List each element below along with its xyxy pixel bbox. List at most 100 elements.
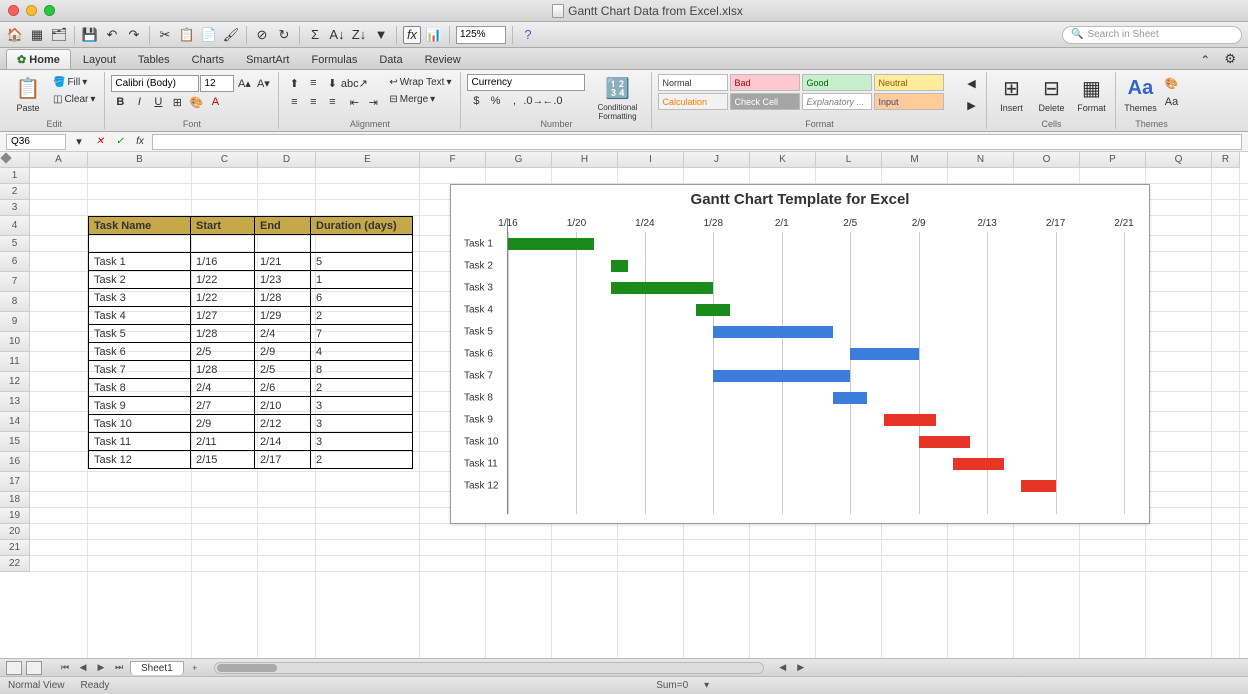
col-header-K[interactable]: K bbox=[750, 152, 816, 168]
theme-fonts-button[interactable]: Aa bbox=[1162, 93, 1180, 111]
table-cell[interactable]: 2/9 bbox=[255, 343, 311, 361]
col-header-D[interactable]: D bbox=[258, 152, 316, 168]
table-cell[interactable]: 3 bbox=[311, 415, 413, 433]
cells-area[interactable]: Task NameStartEndDuration (days) Task 11… bbox=[30, 168, 1248, 658]
table-cell[interactable]: 2/15 bbox=[191, 451, 255, 469]
italic-button[interactable]: I bbox=[130, 93, 148, 111]
table-cell[interactable]: 5 bbox=[311, 253, 413, 271]
underline-button[interactable]: U bbox=[149, 93, 167, 111]
table-cell[interactable]: 2/4 bbox=[191, 379, 255, 397]
table-cell[interactable] bbox=[255, 235, 311, 253]
tab-home[interactable]: ✿ Home bbox=[6, 49, 71, 69]
redo2-icon[interactable]: ↻ bbox=[275, 26, 293, 44]
conditional-formatting-button[interactable]: 🔢Conditional Formatting bbox=[589, 74, 645, 121]
sheet-tab-sheet1[interactable]: Sheet1 bbox=[130, 661, 184, 675]
col-header-I[interactable]: I bbox=[618, 152, 684, 168]
table-cell[interactable]: Task 9 bbox=[89, 397, 191, 415]
table-cell[interactable]: 2/14 bbox=[255, 433, 311, 451]
gantt-chart[interactable]: Gantt Chart Template for Excel1/161/201/… bbox=[450, 184, 1150, 524]
row-header-21[interactable]: 21 bbox=[0, 540, 30, 556]
increase-decimal-button[interactable]: .0→ bbox=[524, 92, 542, 110]
style-normal[interactable]: Normal bbox=[658, 74, 728, 91]
table-cell[interactable]: 4 bbox=[311, 343, 413, 361]
table-cell[interactable]: 1/22 bbox=[191, 289, 255, 307]
table-cell[interactable]: Task 10 bbox=[89, 415, 191, 433]
row-header-9[interactable]: 9 bbox=[0, 312, 30, 332]
next-sheet-button[interactable]: ▶ bbox=[94, 661, 108, 675]
table-cell[interactable]: 8 bbox=[311, 361, 413, 379]
table-cell[interactable]: 2 bbox=[311, 307, 413, 325]
name-dropdown-button[interactable]: ▾ bbox=[70, 133, 88, 151]
show-formulas-icon[interactable]: 📊 bbox=[425, 26, 443, 44]
view-layout-button[interactable] bbox=[26, 661, 42, 675]
table-cell[interactable]: Task 6 bbox=[89, 343, 191, 361]
table-cell[interactable]: Task 7 bbox=[89, 361, 191, 379]
bold-button[interactable]: B bbox=[111, 93, 129, 111]
table-cell[interactable]: 1/16 bbox=[191, 253, 255, 271]
table-cell[interactable]: 1/28 bbox=[255, 289, 311, 307]
col-header-B[interactable]: B bbox=[88, 152, 192, 168]
table-header[interactable]: Task Name bbox=[89, 217, 191, 235]
themes-button[interactable]: AaThemes bbox=[1122, 74, 1158, 113]
tab-tables[interactable]: Tables bbox=[128, 51, 180, 69]
style-good[interactable]: Good bbox=[802, 74, 872, 91]
number-format-selector[interactable] bbox=[467, 74, 585, 91]
help-icon[interactable]: ? bbox=[519, 26, 537, 44]
table-cell[interactable]: 2/7 bbox=[191, 397, 255, 415]
styles-scroll-down[interactable]: ▶ bbox=[962, 96, 980, 114]
table-cell[interactable]: 2 bbox=[311, 379, 413, 397]
search-input[interactable]: 🔍 Search in Sheet bbox=[1062, 26, 1242, 44]
fill-color-button[interactable]: 🎨 bbox=[187, 93, 205, 111]
table-cell[interactable]: 2/5 bbox=[191, 343, 255, 361]
row-header-2[interactable]: 2 bbox=[0, 184, 30, 200]
add-sheet-button[interactable]: + bbox=[188, 661, 202, 675]
style-calculation[interactable]: Calculation bbox=[658, 93, 728, 110]
row-header-1[interactable]: 1 bbox=[0, 168, 30, 184]
first-sheet-button[interactable]: ⏮ bbox=[58, 661, 72, 675]
tab-formulas[interactable]: Formulas bbox=[301, 51, 367, 69]
collapse-ribbon-button[interactable]: ⌃ bbox=[1194, 51, 1216, 69]
table-cell[interactable]: 1/28 bbox=[191, 325, 255, 343]
horizontal-scrollbar[interactable] bbox=[214, 662, 764, 674]
indent-right-button[interactable]: ⇥ bbox=[364, 93, 382, 111]
table-cell[interactable]: 1/28 bbox=[191, 361, 255, 379]
last-sheet-button[interactable]: ⏭ bbox=[112, 661, 126, 675]
row-header-16[interactable]: 16 bbox=[0, 452, 30, 472]
currency-button[interactable]: $ bbox=[467, 92, 485, 110]
font-selector[interactable] bbox=[111, 75, 199, 92]
styles-scroll-up[interactable]: ◀ bbox=[962, 74, 980, 92]
table-cell[interactable]: 2/5 bbox=[255, 361, 311, 379]
minimize-window-button[interactable] bbox=[26, 5, 37, 16]
table-cell[interactable]: Task 3 bbox=[89, 289, 191, 307]
task-data-table[interactable]: Task NameStartEndDuration (days) Task 11… bbox=[88, 216, 413, 469]
decrease-font-button[interactable]: A▾ bbox=[254, 74, 272, 92]
table-cell[interactable]: 2/10 bbox=[255, 397, 311, 415]
copy-icon[interactable]: 📋 bbox=[178, 26, 196, 44]
table-cell[interactable] bbox=[191, 235, 255, 253]
grid-icon[interactable]: ▦ bbox=[28, 26, 46, 44]
wrap-text-button[interactable]: ↩Wrap Text ▾ bbox=[386, 74, 454, 90]
row-header-13[interactable]: 13 bbox=[0, 392, 30, 412]
style-bad[interactable]: Bad bbox=[730, 74, 800, 91]
increase-font-button[interactable]: A▴ bbox=[235, 74, 253, 92]
table-cell[interactable]: 2/12 bbox=[255, 415, 311, 433]
style-neutral[interactable]: Neutral bbox=[874, 74, 944, 91]
table-cell[interactable]: 1/22 bbox=[191, 271, 255, 289]
view-normal-button[interactable] bbox=[6, 661, 22, 675]
zoom-selector[interactable] bbox=[456, 26, 506, 44]
save-icon[interactable]: 💾 bbox=[81, 26, 99, 44]
align-center-button[interactable]: ≡ bbox=[304, 93, 322, 111]
table-header[interactable]: Duration (days) bbox=[311, 217, 413, 235]
undo-icon[interactable]: ↶ bbox=[103, 26, 121, 44]
col-header-G[interactable]: G bbox=[486, 152, 552, 168]
row-header-5[interactable]: 5 bbox=[0, 236, 30, 252]
comma-button[interactable]: , bbox=[505, 92, 523, 110]
tab-charts[interactable]: Charts bbox=[182, 51, 234, 69]
table-cell[interactable] bbox=[89, 235, 191, 253]
table-cell[interactable]: 7 bbox=[311, 325, 413, 343]
table-header[interactable]: Start bbox=[191, 217, 255, 235]
table-cell[interactable] bbox=[311, 235, 413, 253]
format-painter-icon[interactable]: 🖌 bbox=[222, 26, 240, 44]
row-header-10[interactable]: 10 bbox=[0, 332, 30, 352]
font-color-button[interactable]: A bbox=[206, 93, 224, 111]
